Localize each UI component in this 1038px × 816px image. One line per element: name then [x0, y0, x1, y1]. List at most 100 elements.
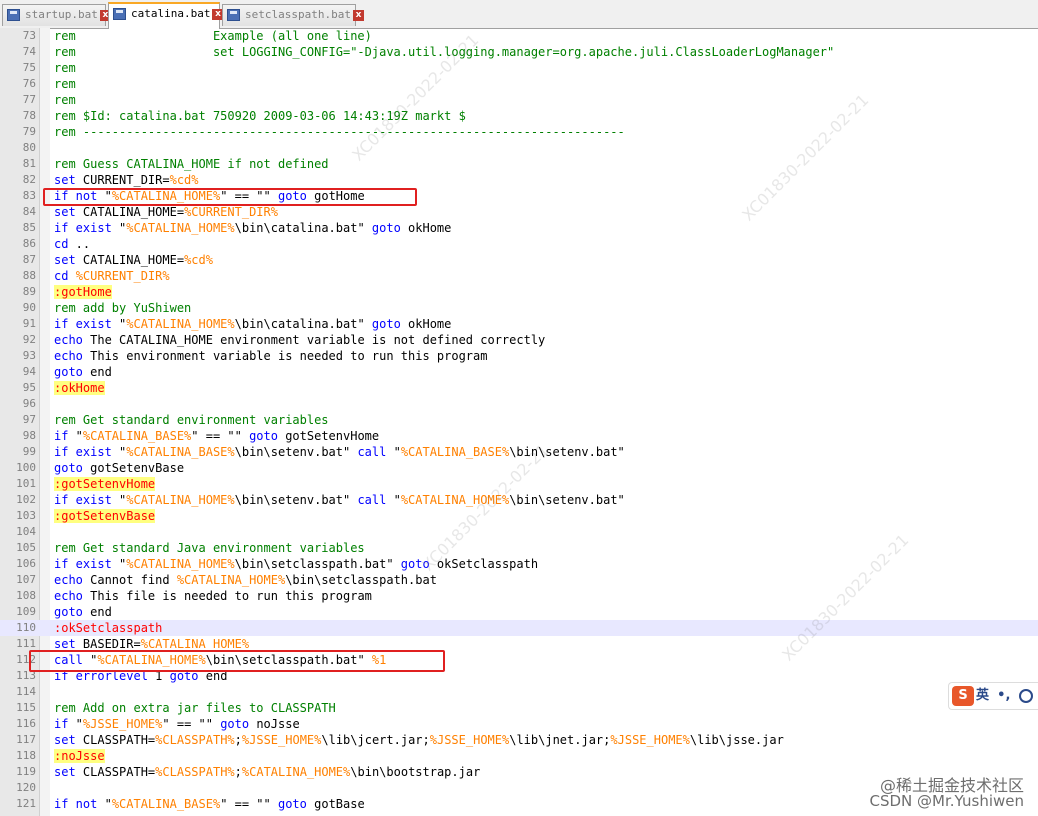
code-token: rem Get standard Java environment variab…: [54, 541, 365, 555]
line-number: 87: [22, 253, 36, 266]
code-line[interactable]: 76 rem: [0, 76, 1038, 92]
code-text: :gotSetenvBase: [54, 508, 156, 524]
code-token: rem ------------------------------------…: [54, 125, 625, 139]
code-line[interactable]: 92 echo The CATALINA_HOME environment var…: [0, 332, 1038, 348]
ime-punctuation[interactable]: •,: [997, 688, 1010, 703]
line-number: 96: [22, 397, 36, 410]
code-token: set: [54, 173, 76, 187]
line-number: 100: [16, 461, 36, 474]
tab-catalina-bat[interactable]: catalina.bat x: [108, 2, 224, 29]
code-line[interactable]: 89:gotHome: [0, 284, 1038, 300]
code-line[interactable]: 95:okHome: [0, 380, 1038, 396]
ime-toolbar[interactable]: S英 •,: [948, 682, 1038, 710]
sogou-icon[interactable]: S: [952, 686, 974, 706]
code-line[interactable]: 91 if exist "%CATALINA_HOME%\bin\catalina…: [0, 316, 1038, 332]
line-number: 79: [22, 125, 36, 138]
code-token: " == "": [220, 797, 278, 811]
code-token: %CATALINA_HOME%: [126, 493, 235, 507]
code-line[interactable]: 94 goto end: [0, 364, 1038, 380]
code-line[interactable]: 102 if exist "%CATALINA_HOME%\bin\setenv.…: [0, 492, 1038, 508]
code-text: if exist "%CATALINA_HOME%\bin\setclasspa…: [54, 556, 538, 572]
code-line[interactable]: 82 set CURRENT_DIR=%cd%: [0, 172, 1038, 188]
code-line[interactable]: 116 if "%JSSE_HOME%" == "" goto noJsse: [0, 716, 1038, 732]
code-line[interactable]: 104: [0, 524, 1038, 540]
code-token: if exist: [54, 317, 112, 331]
code-line[interactable]: 107 echo Cannot find %CATALINA_HOME%\bin\…: [0, 572, 1038, 588]
code-token: \lib\jnet.jar;: [509, 733, 611, 747]
code-text: if exist "%CATALINA_HOME%\bin\setenv.bat…: [54, 492, 625, 508]
code-line[interactable]: 90 rem add by YuShiwen: [0, 300, 1038, 316]
code-line[interactable]: 103 :gotSetenvBase: [0, 508, 1038, 524]
line-number: 76: [22, 77, 36, 90]
code-token: rem add by YuShiwen: [54, 301, 192, 315]
code-line[interactable]: 75 rem: [0, 60, 1038, 76]
code-line[interactable]: 115 rem Add on extra jar files to CLASSPA…: [0, 700, 1038, 716]
code-token: ": [386, 445, 401, 459]
code-line[interactable]: 86 cd ..: [0, 236, 1038, 252]
code-token: rem: [54, 93, 76, 107]
tab-setclasspath-bat[interactable]: setclasspath.bat x: [222, 4, 364, 26]
code-line[interactable]: 98 if "%CATALINA_BASE%" == "" goto gotSet…: [0, 428, 1038, 444]
code-text: set CURRENT_DIR=%cd%: [54, 172, 199, 188]
emoji-icon[interactable]: [1018, 688, 1033, 703]
code-line[interactable]: 117 set CLASSPATH=%CLASSPATH%;%JSSE_HOME%…: [0, 732, 1038, 748]
code-line[interactable]: 97 rem Get standard environment variables: [0, 412, 1038, 428]
code-text: echo This environment variable is needed…: [54, 348, 487, 364]
code-token: rem: [54, 77, 76, 91]
file-icon: [227, 9, 240, 21]
line-number: 97: [22, 413, 36, 426]
code-line[interactable]: 74 rem set LOGGING_CONFIG="-Djava.util.lo…: [0, 44, 1038, 60]
code-text: if exist "%CATALINA_HOME%\bin\catalina.b…: [54, 316, 451, 332]
code-line[interactable]: 80: [0, 140, 1038, 156]
code-line[interactable]: 77 rem: [0, 92, 1038, 108]
code-text: goto end: [54, 364, 112, 380]
code-line[interactable]: 109 goto end: [0, 604, 1038, 620]
code-line[interactable]: 99 if exist "%CATALINA_BASE%\bin\setenv.b…: [0, 444, 1038, 460]
code-text: set CATALINA_HOME=%cd%: [54, 252, 213, 268]
ime-language[interactable]: 英: [976, 688, 989, 703]
code-line[interactable]: 84 set CATALINA_HOME=%CURRENT_DIR%: [0, 204, 1038, 220]
code-token: set: [54, 765, 76, 779]
code-token: goto: [371, 221, 401, 235]
code-token: \bin\bootstrap.jar: [350, 765, 481, 779]
code-text: rem: [54, 60, 76, 76]
code-token: :noJsse: [54, 749, 105, 763]
line-number: 103: [16, 509, 36, 522]
code-line[interactable]: 73 rem Example (all one line): [0, 28, 1038, 44]
close-icon[interactable]: x: [352, 9, 364, 21]
code-text: rem: [54, 76, 76, 92]
line-number: 104: [16, 525, 36, 538]
code-token: ": [111, 221, 127, 235]
code-line[interactable]: 85 if exist "%CATALINA_HOME%\bin\catalina…: [0, 220, 1038, 236]
code-line[interactable]: 81 rem Guess CATALINA_HOME if not defined: [0, 156, 1038, 172]
code-token: %JSSE_HOME%: [429, 733, 510, 747]
code-token: %CURRENT_DIR%: [75, 269, 170, 283]
code-token: echo: [54, 333, 83, 347]
code-token: \lib\jcert.jar;: [321, 733, 430, 747]
line-number: 81: [22, 157, 36, 170]
code-token: goto: [371, 317, 401, 331]
code-line[interactable]: 114: [0, 684, 1038, 700]
code-line[interactable]: 110:okSetclasspath: [0, 620, 1038, 636]
code-token: if: [54, 429, 69, 443]
code-line[interactable]: 93 echo This environment variable is need…: [0, 348, 1038, 364]
code-token: %CATALINA_BASE%: [82, 429, 192, 443]
code-line[interactable]: 79 rem ----------------------------------…: [0, 124, 1038, 140]
code-line[interactable]: 96: [0, 396, 1038, 412]
code-line[interactable]: 118:noJsse: [0, 748, 1038, 764]
line-number: 102: [16, 493, 36, 506]
code-token: :okSetclasspath: [54, 621, 163, 635]
tab-label: startup.bat: [25, 8, 98, 21]
code-token: %CATALINA_HOME%: [126, 221, 235, 235]
code-token: if exist: [54, 221, 112, 235]
code-line[interactable]: 87 set CATALINA_HOME=%cd%: [0, 252, 1038, 268]
code-editor[interactable]: 73 rem Example (all one line) 74 rem set LO…: [0, 28, 1038, 816]
code-line[interactable]: 108 echo This file is needed to run this …: [0, 588, 1038, 604]
line-number: 75: [22, 61, 36, 74]
tab-startup-bat[interactable]: startup.bat x: [2, 4, 111, 26]
code-token: %CATALINA_HOME%: [126, 557, 235, 571]
code-token: ": [111, 445, 127, 459]
code-line[interactable]: 88 cd %CURRENT_DIR%: [0, 268, 1038, 284]
code-line[interactable]: 78 rem $Id: catalina.bat 750920 2009-03-0…: [0, 108, 1038, 124]
code-token: :gotSetenvBase: [54, 509, 156, 523]
